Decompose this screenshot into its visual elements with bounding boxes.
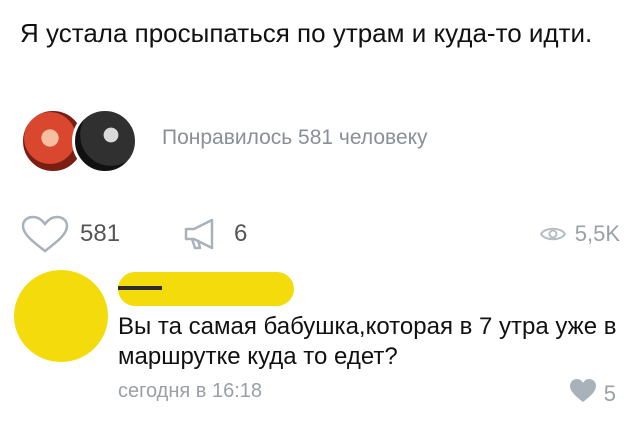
redaction-mark: [118, 286, 162, 290]
comment-timestamp: сегодня в 16:18: [118, 380, 262, 402]
views-count: 5,5K: [574, 221, 620, 246]
post-text: Я устала просыпаться по утрам и куда-то …: [20, 18, 593, 48]
comment-like-button[interactable]: 5: [568, 378, 616, 409]
share-count: 6: [234, 220, 248, 247]
comment-text: Вы та самая бабушка,которая в 7 утра уже…: [118, 313, 617, 370]
like-button[interactable]: 581: [20, 212, 120, 256]
likes-summary[interactable]: Понравилось 581 человеку: [162, 126, 428, 150]
post-actions: 581 6 5,5K: [20, 212, 620, 256]
comment: Вы та самая бабушка,которая в 7 утра уже…: [0, 262, 640, 422]
share-button[interactable]: 6: [182, 212, 247, 256]
heart-outline-icon: [20, 215, 70, 253]
comment-like-count: 5: [603, 380, 616, 406]
like-count: 581: [80, 220, 121, 247]
likers-row[interactable]: Понравилось 581 человеку: [20, 108, 620, 178]
eye-icon: [539, 224, 567, 244]
commenter-avatar-redacted[interactable]: [14, 270, 108, 362]
views-indicator: 5,5K: [539, 212, 620, 256]
heart-filled-icon: [568, 378, 598, 409]
liker-avatar[interactable]: [72, 108, 138, 174]
megaphone-icon: [182, 217, 224, 251]
